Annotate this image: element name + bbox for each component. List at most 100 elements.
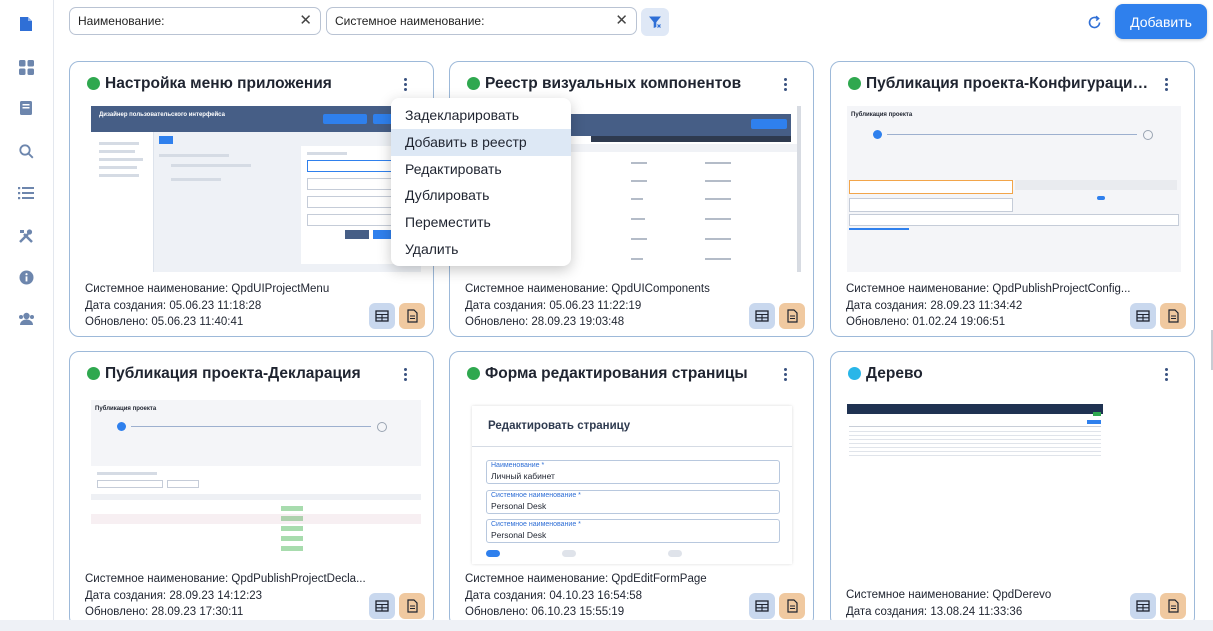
card[interactable]: Публикация проекта-Декларация Публикация… bbox=[69, 351, 434, 627]
created-label: Дата создания: bbox=[465, 589, 547, 602]
document-button[interactable] bbox=[399, 303, 425, 329]
created-label: Дата создания: bbox=[465, 299, 547, 312]
tools-icon[interactable] bbox=[15, 225, 37, 247]
context-menu: Задекларировать Добавить в реестр Редакт… bbox=[391, 98, 571, 266]
updated-label: Обновлено: bbox=[846, 316, 910, 328]
system-name-label: Системное наименование: bbox=[465, 283, 609, 295]
menu-item-move[interactable]: Переместить bbox=[391, 209, 571, 236]
menu-item-duplicate[interactable]: Дублировать bbox=[391, 182, 571, 209]
more-menu-icon[interactable] bbox=[779, 364, 791, 384]
system-name-filter-input[interactable] bbox=[335, 14, 606, 28]
card-title: Публикация проекта-Декларация bbox=[105, 365, 361, 382]
system-name-value: QpdPublishProjectConfig... bbox=[992, 283, 1131, 295]
updated-value: 28.09.23 19:03:48 bbox=[531, 316, 625, 328]
thumb-header: Публикация проекта bbox=[851, 112, 913, 118]
more-menu-icon[interactable] bbox=[1160, 74, 1172, 94]
search-icon[interactable] bbox=[15, 140, 37, 162]
system-name-label: Системное наименование: bbox=[85, 573, 229, 585]
table-view-button[interactable] bbox=[369, 303, 395, 329]
thumb-header: Дизайнер пользовательского интерфейса bbox=[99, 112, 225, 118]
book-icon[interactable] bbox=[15, 97, 37, 119]
table-view-button[interactable] bbox=[369, 593, 395, 619]
card[interactable]: Публикация проекта-Конфигурация ... Публ… bbox=[830, 61, 1195, 337]
document-button[interactable] bbox=[779, 303, 805, 329]
card-title: Форма редактирования страницы bbox=[485, 365, 748, 382]
system-name-filter[interactable]: ✕ bbox=[326, 7, 637, 35]
card-meta: Системное наименование: QpdPublishProjec… bbox=[85, 571, 370, 621]
name-filter-input[interactable] bbox=[78, 14, 296, 28]
document-icon bbox=[786, 309, 798, 323]
document-button[interactable] bbox=[1160, 303, 1186, 329]
filter-reset-button[interactable] bbox=[641, 8, 669, 36]
document-button[interactable] bbox=[399, 593, 425, 619]
document-icon bbox=[786, 599, 798, 613]
grid-icon[interactable] bbox=[15, 56, 37, 78]
card-meta: Системное наименование: QpdUIProjectMenu… bbox=[85, 281, 370, 331]
table-icon bbox=[755, 310, 769, 322]
table-view-button[interactable] bbox=[1130, 303, 1156, 329]
created-value: 05.06.23 11:22:19 bbox=[549, 299, 642, 312]
menu-item-declare[interactable]: Задекларировать bbox=[391, 102, 571, 129]
system-name-value: QpdUIComponents bbox=[611, 283, 710, 295]
updated-value: 06.10.23 15:55:19 bbox=[531, 606, 625, 618]
field-value: Личный кабинет bbox=[491, 471, 555, 481]
field-value: Personal Desk bbox=[491, 501, 547, 511]
created-value: 28.09.23 14:12:23 bbox=[169, 589, 263, 602]
more-menu-icon[interactable] bbox=[399, 364, 411, 384]
name-filter[interactable]: ✕ bbox=[69, 7, 321, 35]
sidebar bbox=[0, 0, 54, 631]
table-icon bbox=[375, 600, 389, 612]
card[interactable]: Форма редактирования страницы Редактиров… bbox=[449, 351, 814, 627]
document-icon bbox=[406, 599, 418, 613]
table-view-button[interactable] bbox=[1130, 593, 1156, 619]
field-value: Personal Desk bbox=[491, 530, 547, 540]
system-name-value: QpdDerevo bbox=[992, 589, 1052, 601]
toolbar: ✕ ✕ Добавить bbox=[53, 0, 1213, 48]
refresh-button[interactable] bbox=[1082, 10, 1106, 34]
list-icon[interactable] bbox=[15, 182, 37, 204]
card-title: Публикация проекта-Конфигурация ... bbox=[866, 75, 1156, 92]
created-label: Дата создания: bbox=[846, 299, 928, 312]
table-view-button[interactable] bbox=[749, 303, 775, 329]
created-value: 28.09.23 11:34:42 bbox=[930, 299, 1023, 312]
info-icon[interactable] bbox=[15, 266, 37, 288]
created-value: 13.08.24 11:33:36 bbox=[930, 605, 1023, 618]
card[interactable]: Настройка меню приложения Дизайнер польз… bbox=[69, 61, 434, 337]
status-dot bbox=[467, 77, 480, 90]
card-title: Реестр визуальных компонентов bbox=[485, 75, 742, 92]
card-meta: Системное наименование: QpdEditFormPage … bbox=[465, 571, 750, 621]
thumb-header: Публикация проекта bbox=[95, 406, 157, 412]
system-name-label: Системное наименование: bbox=[846, 589, 990, 601]
updated-value: 05.06.23 11:40:41 bbox=[151, 316, 244, 328]
menu-item-edit[interactable]: Редактировать bbox=[391, 156, 571, 183]
more-menu-icon[interactable] bbox=[1160, 364, 1172, 384]
card-title: Дерево bbox=[866, 365, 923, 382]
document-button[interactable] bbox=[1160, 593, 1186, 619]
more-menu-icon[interactable] bbox=[399, 74, 411, 94]
table-icon bbox=[755, 600, 769, 612]
close-icon[interactable]: ✕ bbox=[615, 13, 628, 29]
updated-value: 01.02.24 19:06:51 bbox=[912, 316, 1006, 328]
updated-value: 28.09.23 17:30:11 bbox=[151, 606, 244, 618]
card-meta: Системное наименование: QpdUIComponents … bbox=[465, 281, 750, 331]
close-icon[interactable]: ✕ bbox=[299, 13, 312, 29]
card-meta: Системное наименование: QpdDerevo Дата с… bbox=[846, 587, 1131, 620]
more-menu-icon[interactable] bbox=[779, 74, 791, 94]
menu-item-delete[interactable]: Удалить bbox=[391, 236, 571, 263]
add-button[interactable]: Добавить bbox=[1115, 4, 1207, 39]
menu-item-add-to-registry[interactable]: Добавить в реестр bbox=[391, 128, 571, 156]
created-label: Дата создания: bbox=[846, 605, 928, 618]
card[interactable]: Дерево Системное наименование: QpdDerevo… bbox=[830, 351, 1195, 627]
users-icon[interactable] bbox=[15, 308, 37, 330]
status-dot bbox=[467, 367, 480, 380]
card-thumbnail: Публикация проекта bbox=[91, 400, 421, 566]
created-label: Дата создания: bbox=[85, 299, 167, 312]
created-value: 04.10.23 16:54:58 bbox=[549, 589, 643, 602]
document-icon[interactable] bbox=[15, 13, 37, 35]
thumb-header: Редактировать страницу bbox=[488, 420, 631, 432]
table-view-button[interactable] bbox=[749, 593, 775, 619]
document-button[interactable] bbox=[779, 593, 805, 619]
bottom-bar bbox=[0, 620, 1213, 631]
status-dot bbox=[87, 367, 100, 380]
system-name-label: Системное наименование: bbox=[85, 283, 229, 295]
